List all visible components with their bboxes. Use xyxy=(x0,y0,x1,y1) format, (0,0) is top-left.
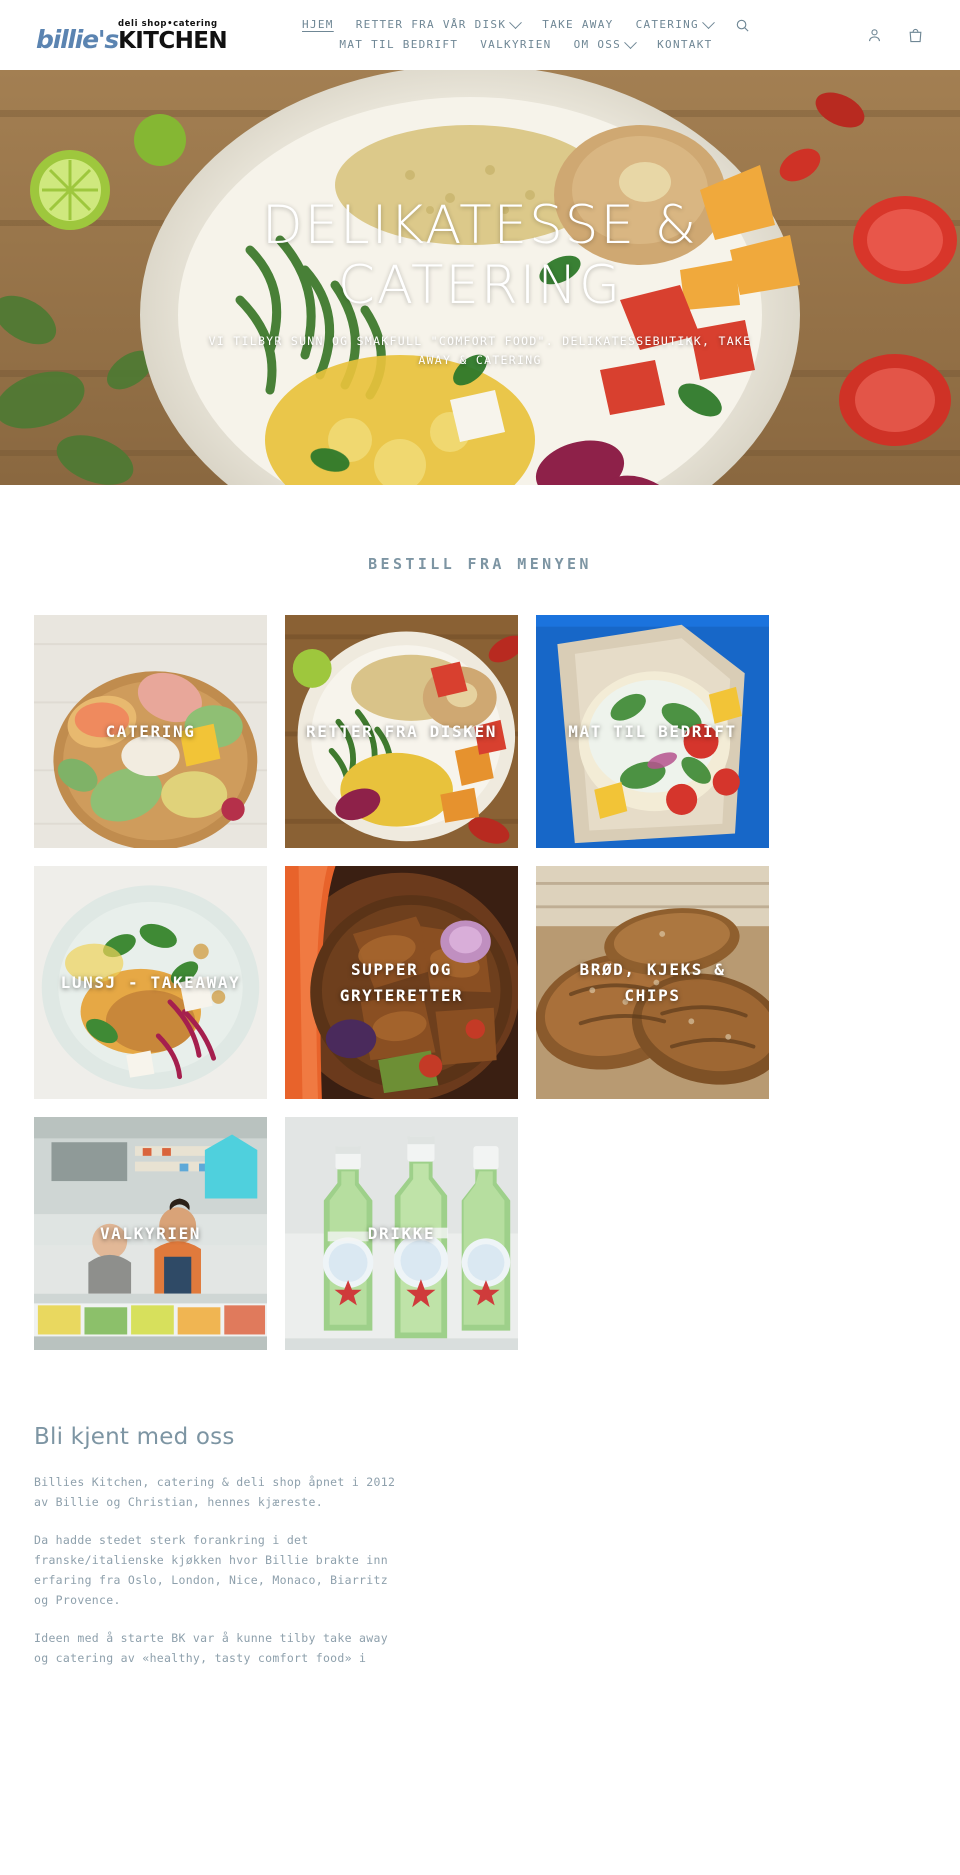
nav-item-label: RETTER FRA VÅR DISK xyxy=(355,18,507,31)
tile-label: LUNSJ - TAKEAWAY xyxy=(60,972,241,992)
tile-label: CATERING xyxy=(105,721,196,741)
menu-tile-drikke[interactable]: DRIKKE xyxy=(285,1117,518,1350)
nav-item-label: MAT TIL BEDRIFT xyxy=(339,38,459,51)
about-paragraph-1: Billies Kitchen, catering & deli shop åp… xyxy=(34,1475,396,1509)
shopping-bag-icon[interactable] xyxy=(907,27,924,44)
about-paragraph-3: Ideen med å starte BK var å kunne tilby … xyxy=(34,1631,388,1665)
nav-om-oss[interactable]: OM OSS xyxy=(573,35,637,53)
nav-item-label: VALKYRIEN xyxy=(480,38,552,51)
tile-label: MAT TIL BEDRIFT xyxy=(568,721,737,741)
hero-subtitle: VI TILBYR SUNN OG SMAKFULL "COMFORT FOOD… xyxy=(208,333,752,367)
nav-row-secondary: MAT TIL BEDRIFT VALKYRIEN OM OSS KONTAKT xyxy=(339,35,712,53)
nav-valkyrien[interactable]: VALKYRIEN xyxy=(480,37,551,53)
tile-label: VALKYRIEN xyxy=(99,1223,202,1243)
tile-label: RETTER FRA DISKEN xyxy=(306,721,497,741)
nav-item-label: TAKE AWAY xyxy=(542,18,614,31)
nav-kontakt[interactable]: KONTAKT xyxy=(657,37,712,53)
nav-item-label: HJEM xyxy=(302,18,334,31)
site-logo[interactable]: deli shop•catering billie'sKITCHEN xyxy=(36,17,228,54)
about-section: Bli kjent med oss Billies Kitchen, cater… xyxy=(0,1350,960,1726)
menu-tile-valkyrien[interactable]: VALKYRIEN xyxy=(34,1117,267,1350)
nav-hjem[interactable]: HJEM xyxy=(302,17,334,33)
nav-item-label: CATERING xyxy=(635,18,699,31)
nav-row-primary: HJEM RETTER FRA VÅR DISK TAKE AWAY CATERING xyxy=(302,15,750,33)
nav-retter-fra-var-disk[interactable]: RETTER FRA VÅR DISK xyxy=(355,15,523,33)
logo-wordmark: billie'sKITCHEN xyxy=(36,27,228,54)
nav-item-label: KONTAKT xyxy=(657,38,713,51)
search-icon[interactable] xyxy=(735,18,750,33)
nav-item-label: OM OSS xyxy=(573,38,622,51)
nav-mat-til-bedrift[interactable]: MAT TIL BEDRIFT xyxy=(339,37,458,53)
menu-section: BESTILL FRA MENYEN CATERING RETTER FRA D… xyxy=(0,485,960,1350)
chevron-down-icon xyxy=(509,15,523,29)
nav-catering[interactable]: CATERING xyxy=(635,15,715,33)
logo-billies-text: billie's xyxy=(36,24,119,54)
main-navigation: HJEM RETTER FRA VÅR DISK TAKE AWAY CATERING… xyxy=(226,15,866,53)
account-icon[interactable] xyxy=(866,27,883,44)
chevron-down-icon xyxy=(624,35,637,49)
menu-section-title: BESTILL FRA MENYEN xyxy=(368,555,592,573)
about-title: Bli kjent med oss xyxy=(34,1424,235,1450)
site-header: deli shop•catering billie'sKITCHEN HJEM R… xyxy=(0,0,960,70)
menu-tile-retter-fra-disken[interactable]: RETTER FRA DISKEN xyxy=(285,615,518,848)
hero-title: DELIKATESSE & CATERING xyxy=(261,194,699,316)
about-paragraph-2: Da hadde stedet sterk forankring i det f… xyxy=(34,1533,388,1607)
menu-tile-brod-kjeks-chips[interactable]: BRØD, KJEKS & CHIPS xyxy=(536,866,769,1099)
menu-grid: CATERING RETTER FRA DISKEN MAT TIL BEDRI… xyxy=(0,615,960,1350)
header-actions xyxy=(866,27,938,44)
hero-banner: DELIKATESSE & CATERING VI TILBYR SUNN OG… xyxy=(0,70,960,485)
tile-label: DRIKKE xyxy=(367,1223,436,1243)
nav-take-away[interactable]: TAKE AWAY xyxy=(542,17,613,33)
menu-tile-lunsj-takeaway[interactable]: LUNSJ - TAKEAWAY xyxy=(34,866,267,1099)
hero-text-overlay: DELIKATESSE & CATERING VI TILBYR SUNN OG… xyxy=(0,70,960,485)
menu-tile-mat-til-bedrift[interactable]: MAT TIL BEDRIFT xyxy=(536,615,769,848)
menu-tile-supper-og-gryteretter[interactable]: SUPPER OG GRYTERETTER xyxy=(285,866,518,1099)
menu-tile-catering[interactable]: CATERING xyxy=(34,615,267,848)
chevron-down-icon xyxy=(702,15,715,29)
tile-label: BRØD, KJEKS & CHIPS xyxy=(579,959,726,1005)
tile-label: SUPPER OG GRYTERETTER xyxy=(339,959,464,1005)
logo-kitchen-text: KITCHEN xyxy=(118,27,228,54)
